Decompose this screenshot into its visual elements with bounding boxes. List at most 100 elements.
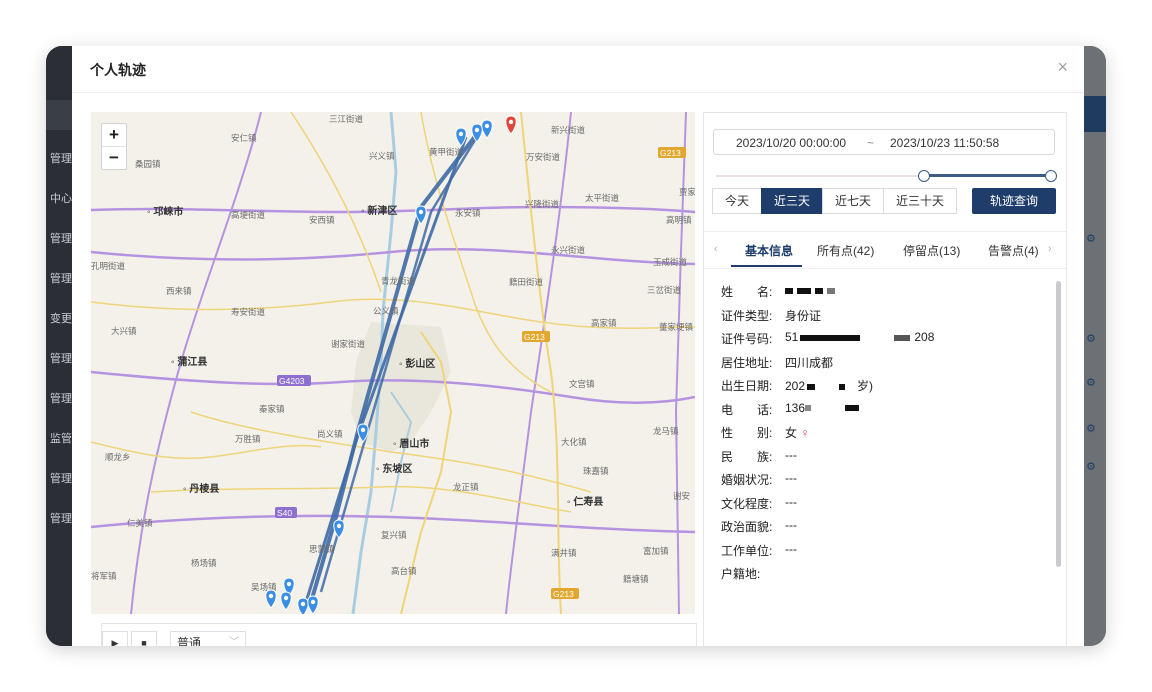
info-label: 文化程度: xyxy=(721,496,773,511)
info-value: --- xyxy=(785,447,797,462)
end-point-marker[interactable] xyxy=(505,115,517,135)
background-header-bar xyxy=(1084,96,1106,132)
info-label: 姓 名: xyxy=(721,285,773,299)
background-sidebar: 管理 中心 管理 管理 变更 管理 管理 监管 管理 管理 xyxy=(46,46,72,646)
background-row-icon: ⚙ xyxy=(1086,377,1096,389)
query-trajectory-button[interactable]: 轨迹查询 xyxy=(972,188,1056,214)
play-button[interactable]: ▶ xyxy=(102,631,128,646)
background-nav-item: 中心 xyxy=(50,193,72,205)
background-nav-item: 管理 xyxy=(50,393,72,405)
location-pin-icon[interactable] xyxy=(307,595,319,614)
range-tab[interactable]: 今天 xyxy=(712,188,763,214)
location-pin-icon[interactable] xyxy=(297,597,309,614)
range-tab[interactable]: 近七天 xyxy=(822,188,885,214)
map-place-label: 龙马镇 xyxy=(653,426,679,436)
map-place-label: 三江街道 xyxy=(329,114,364,124)
map-view[interactable]: 三江街道 安仁镇 新兴街道 黄甲街道 兴义镇 万安街道 桑园镇 ◦ 邛崃市 高埂街道 安西镇 ◦ 新… xyxy=(91,112,695,614)
date-range-picker[interactable]: 2023/10/20 00:00:00 ~ 2023/10/23 11:50:5… xyxy=(713,129,1055,155)
map-place-label: ◦ 眉山市 xyxy=(393,437,429,450)
location-pin-icon[interactable] xyxy=(333,519,345,539)
modal-header: 个人轨迹 × xyxy=(72,46,1084,93)
road-shield-label: S40 xyxy=(277,508,292,518)
background-right-panel: ⚙ ⚙ ⚙ ⚙ ⚙ xyxy=(1084,46,1106,646)
start-date: 2023/10/20 00:00:00 xyxy=(736,136,847,150)
modal-title: 个人轨迹 xyxy=(90,62,146,78)
map-place-label: 籍塘镇 xyxy=(623,574,649,584)
map-place-label: 尚义镇 xyxy=(317,429,343,439)
map-place-label: 太平街道 xyxy=(585,193,620,203)
app-screen: 管理 中心 管理 管理 变更 管理 管理 监管 管理 管理 ⚙ ⚙ ⚙ ⚙ ⚙ 个人轨迹 × xyxy=(46,46,1106,646)
birthdate-prefix: 202 xyxy=(785,379,806,393)
map-place-label: 桑园镇 xyxy=(135,159,161,169)
info-label: 性 别: xyxy=(721,426,773,440)
map-place-label: 永安镇 xyxy=(455,208,481,218)
info-row-gender: 性 别: 女 ♀ xyxy=(721,424,1021,448)
gender-text: 女 xyxy=(785,426,798,440)
map-place-label: 董家埂镇 xyxy=(659,322,694,332)
tab-alert-points[interactable]: 告警点(4) xyxy=(988,242,1039,259)
map-place-label: 高埂街道 xyxy=(231,210,266,220)
active-tab-indicator xyxy=(731,265,802,267)
map-place-label: ◦ 东坡区 xyxy=(376,462,412,475)
map-place-label: 大兴镇 xyxy=(111,326,137,336)
map-place-label: ◦ 邛崃市 xyxy=(147,205,183,218)
info-value: --- xyxy=(785,494,797,509)
background-nav-item: 管理 xyxy=(50,273,72,285)
map-place-label: 珠嘉镇 xyxy=(583,466,609,476)
map-place-label: 贾家 xyxy=(679,187,695,197)
map-place-label: ◦ 仁寿县 xyxy=(567,495,603,508)
zoom-out-button[interactable]: − xyxy=(102,146,126,169)
background-nav-item: 管理 xyxy=(50,513,72,525)
tab-all-points[interactable]: 所有点(42) xyxy=(817,242,874,259)
info-row-birthdate: 出生日期: 202 岁) xyxy=(721,377,1021,401)
info-label: 婚姻状况: xyxy=(721,473,773,487)
info-label: 出生日期: xyxy=(721,379,773,393)
time-range-slider[interactable] xyxy=(716,170,1057,182)
basic-info-list: 姓 名: 证件类型: 身份证 证件号码: 51 208 居住地址: 四川成都 出… xyxy=(721,283,1021,589)
map-place-label: 文宫镇 xyxy=(569,379,595,389)
stop-button[interactable]: ■ xyxy=(131,631,157,646)
range-tab[interactable]: 近三十天 xyxy=(883,188,958,214)
road-shield: G213 xyxy=(522,331,550,342)
close-button[interactable]: × xyxy=(1057,58,1068,76)
info-row-political: 政治面貌: --- xyxy=(721,518,1021,542)
vertical-scrollbar[interactable] xyxy=(1056,281,1061,567)
map-place-label: 安西镇 xyxy=(309,215,335,225)
info-row-education: 文化程度: --- xyxy=(721,495,1021,519)
id-number-prefix: 51 xyxy=(785,330,799,344)
speed-select[interactable]: 普通 ﹀ xyxy=(170,631,246,646)
map-place-label: 西来镇 xyxy=(166,286,192,296)
range-tab[interactable]: 近三天 xyxy=(761,188,824,214)
info-label: 电 话: xyxy=(721,402,773,417)
info-value: --- xyxy=(785,541,797,556)
tab-scroll-left-icon[interactable]: ‹ xyxy=(714,243,718,255)
info-row-ethnicity: 民 族: --- xyxy=(721,448,1021,472)
map-place-label: 高明镇 xyxy=(666,215,692,225)
location-pin-icon[interactable] xyxy=(265,589,277,609)
info-value: --- xyxy=(785,518,797,532)
map-place-label: ◦ 新津区 xyxy=(361,204,397,217)
tab-scroll-right-icon[interactable]: › xyxy=(1048,243,1052,255)
tab-basic-info[interactable]: 基本信息 xyxy=(745,242,793,259)
location-pin-icon[interactable] xyxy=(280,591,292,611)
map-place-label: 高台镇 xyxy=(391,566,417,576)
map-place-label: 玉成街道 xyxy=(653,257,688,267)
slider-start-handle[interactable] xyxy=(918,170,930,182)
detail-tabs: ‹ 基本信息 所有点(42) 停留点(13) 告警点(4) › xyxy=(704,231,1066,269)
chevron-down-icon: ﹀ xyxy=(229,637,239,646)
phone-prefix: 136 xyxy=(785,400,806,415)
background-nav-item: 管理 xyxy=(50,153,72,165)
info-label: 户籍地: xyxy=(721,567,761,581)
map-canvas[interactable]: 三江街道安仁镇 新兴街道黄甲街道 兴义镇 万安街道桑园镇 ◦ 邛崃市 高埂街道 安西镇 ◦ 新… xyxy=(91,112,695,614)
info-value: 身份证 xyxy=(785,308,822,323)
tab-stay-points[interactable]: 停留点(13) xyxy=(903,242,960,259)
info-value: 四川成都 xyxy=(785,355,834,370)
female-icon: ♀ xyxy=(800,426,810,440)
zoom-in-button[interactable]: + xyxy=(102,124,126,146)
info-label: 证件号码: xyxy=(721,332,773,346)
map-place-label: 谢家街道 xyxy=(331,339,366,349)
birthdate-value: 202 岁) xyxy=(785,377,873,394)
location-pin-icon[interactable] xyxy=(481,119,493,139)
slider-end-handle[interactable] xyxy=(1045,170,1057,182)
background-nav-item: 变更 xyxy=(50,313,72,325)
